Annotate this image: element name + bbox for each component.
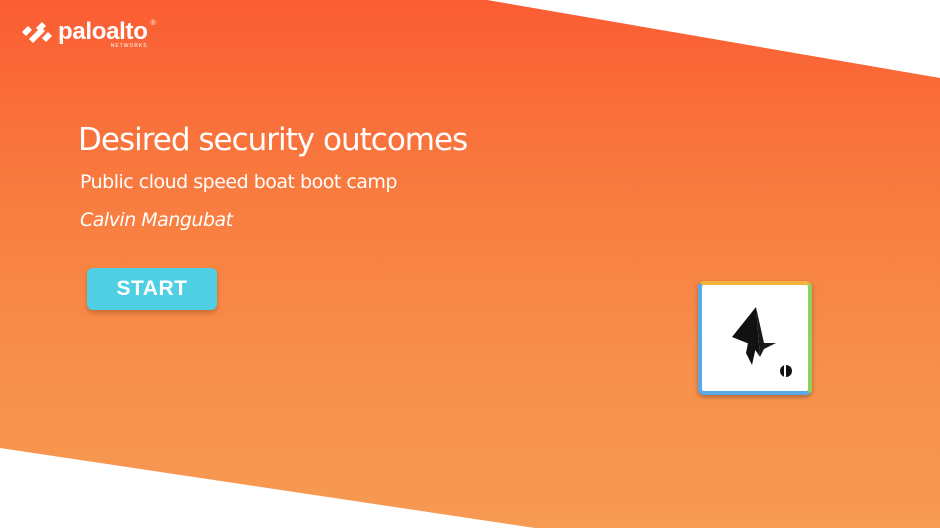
- paloalto-logo-icon: [22, 22, 52, 43]
- slide-subtitle: Public cloud speed boat boot camp: [80, 171, 397, 193]
- orange-banner: [0, 0, 940, 528]
- logo-registered-mark: ®: [150, 20, 156, 27]
- logo-wordmark: paloalto: [58, 18, 148, 45]
- slide-stage: paloalto ® NETWORKS Desired security out…: [0, 0, 940, 528]
- paloalto-logo: paloalto ® NETWORKS: [20, 18, 156, 49]
- slide-title: Desired security outcomes: [78, 122, 468, 158]
- slide-author: Calvin Mangubat: [80, 209, 233, 231]
- course-badge: [698, 281, 812, 395]
- start-button[interactable]: START: [87, 268, 217, 310]
- course-badge-icon: [732, 307, 792, 377]
- logo-subtext: NETWORKS: [110, 43, 148, 49]
